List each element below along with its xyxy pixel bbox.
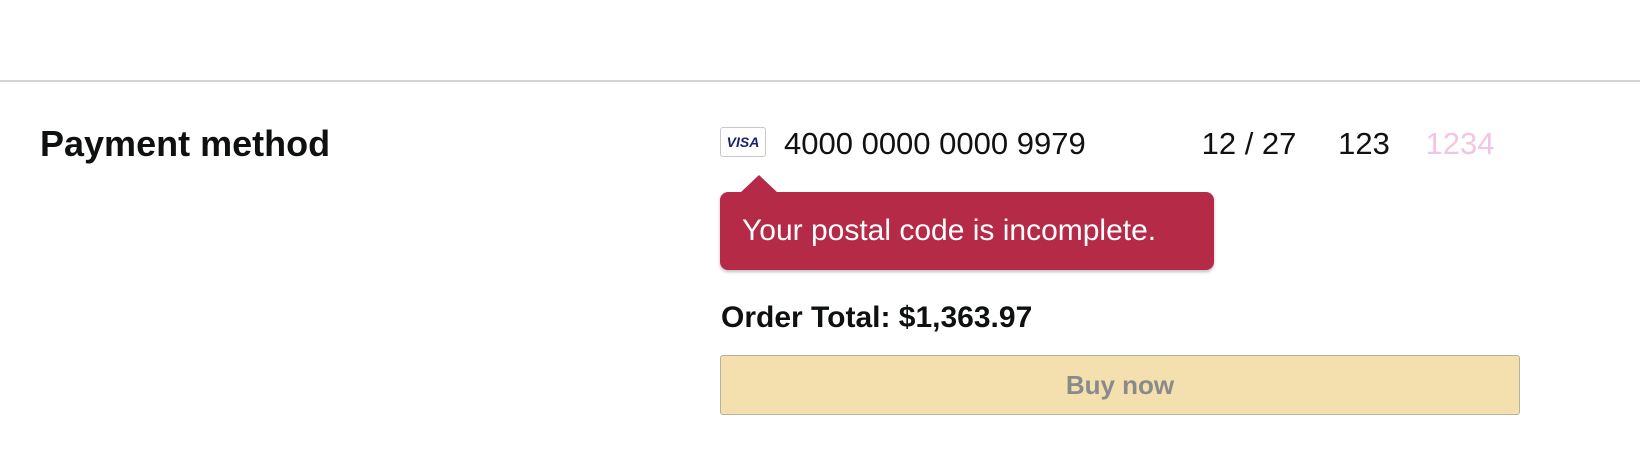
card-expiry-input[interactable]	[1184, 122, 1314, 166]
visa-card-icon: VISA	[720, 127, 766, 157]
postal-code-input[interactable]: 1234	[1410, 122, 1510, 166]
visa-brand-text: VISA	[727, 134, 760, 150]
payment-method-title: Payment method	[40, 123, 331, 164]
postal-code-error-tooltip: Your postal code is incomplete.	[720, 175, 1214, 270]
order-total: Order Total: $1,363.97	[721, 301, 1033, 334]
tooltip-arrow	[740, 175, 778, 193]
card-cvc-input[interactable]	[1324, 122, 1404, 166]
card-number-input[interactable]	[784, 122, 1164, 166]
header-divider	[0, 80, 1640, 82]
buy-now-button[interactable]: Buy now	[720, 355, 1520, 415]
error-message: Your postal code is incomplete.	[742, 214, 1157, 247]
card-input-row[interactable]: VISA 1234	[720, 122, 1520, 166]
